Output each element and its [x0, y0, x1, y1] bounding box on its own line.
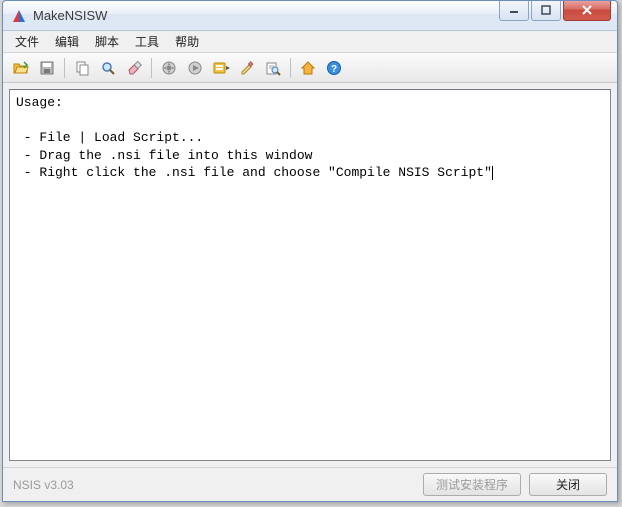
define-symbols-icon[interactable] [209, 56, 233, 80]
recompile-icon[interactable] [157, 56, 181, 80]
app-icon [11, 8, 27, 24]
menu-help[interactable]: 帮助 [167, 31, 207, 52]
window-controls [499, 1, 617, 21]
content-area: Usage: - File | Load Script... - Drag th… [3, 83, 617, 467]
menubar: 文件 编辑 脚本 工具 帮助 [3, 31, 617, 53]
save-icon[interactable] [35, 56, 59, 80]
toolbar-separator [151, 58, 152, 78]
menu-tools[interactable]: 工具 [127, 31, 167, 52]
status-version: NSIS v3.03 [13, 478, 415, 492]
toolbar-separator [290, 58, 291, 78]
statusbar: NSIS v3.03 测试安装程序 关闭 [3, 467, 617, 501]
close-button[interactable]: 关闭 [529, 473, 607, 496]
toolbar: ? [3, 53, 617, 83]
text-caret [492, 166, 493, 180]
copy-icon[interactable] [70, 56, 94, 80]
clear-icon[interactable] [122, 56, 146, 80]
window-title: MakeNSISW [33, 8, 499, 23]
minimize-button[interactable] [499, 1, 529, 21]
maximize-button[interactable] [531, 1, 561, 21]
log-output[interactable]: Usage: - File | Load Script... - Drag th… [9, 89, 611, 461]
toolbar-separator [64, 58, 65, 78]
open-folder-icon[interactable] [9, 56, 33, 80]
run-icon[interactable] [183, 56, 207, 80]
menu-edit[interactable]: 编辑 [47, 31, 87, 52]
test-installer-button[interactable]: 测试安装程序 [423, 473, 521, 496]
svg-text:?: ? [331, 64, 337, 75]
close-window-button[interactable] [563, 1, 611, 21]
browse-script-icon[interactable] [261, 56, 285, 80]
edit-script-icon[interactable] [235, 56, 259, 80]
find-icon[interactable] [96, 56, 120, 80]
home-icon[interactable] [296, 56, 320, 80]
menu-script[interactable]: 脚本 [87, 31, 127, 52]
titlebar[interactable]: MakeNSISW [3, 1, 617, 31]
help-icon[interactable]: ? [322, 56, 346, 80]
menu-file[interactable]: 文件 [7, 31, 47, 52]
app-window: MakeNSISW 文件 编辑 脚本 工具 帮助 [2, 0, 618, 502]
